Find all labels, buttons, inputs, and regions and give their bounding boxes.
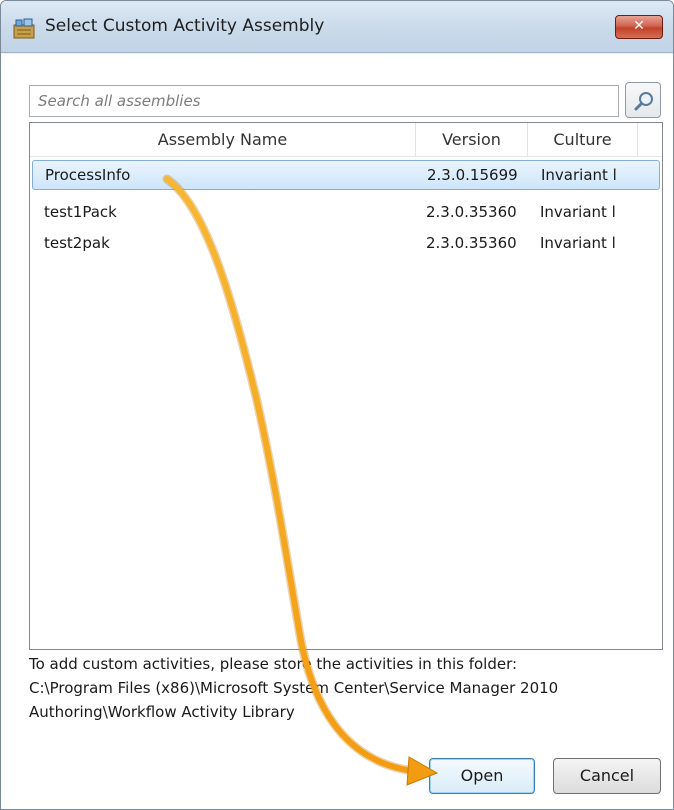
table-row-test2pak[interactable]: test2pak 2.3.0.35360 Invariant l — [32, 229, 660, 259]
list-header: Assembly Name Version Culture — [30, 123, 662, 157]
assembly-name-cell: ProcessInfo — [45, 166, 131, 184]
dialog-body: Assembly Name Version Culture ProcessInf… — [1, 54, 673, 809]
assembly-name-cell: test2pak — [44, 234, 110, 252]
column-header-assembly-name[interactable]: Assembly Name — [30, 123, 416, 157]
version-cell: 2.3.0.15699 — [427, 166, 518, 184]
search-input[interactable] — [30, 86, 618, 116]
info-line-2: C:\Program Files (x86)\Microsoft System … — [29, 679, 559, 697]
assembly-app-icon — [13, 18, 35, 39]
close-icon: ✕ — [633, 18, 645, 34]
column-header-version[interactable]: Version — [416, 123, 528, 157]
table-row-test1pack[interactable]: test1Pack 2.3.0.35360 Invariant l — [32, 198, 660, 228]
culture-cell: Invariant l — [541, 166, 617, 184]
table-row-processinfo[interactable]: ProcessInfo 2.3.0.15699 Invariant l — [32, 160, 660, 190]
dialog-window: Select Custom Activity Assembly ✕ Assemb… — [0, 0, 674, 810]
window-title: Select Custom Activity Assembly — [45, 16, 325, 36]
search-box — [29, 85, 619, 117]
folder-info-text: To add custom activities, please store t… — [29, 652, 659, 724]
search-button[interactable] — [625, 82, 661, 118]
culture-cell: Invariant l — [540, 203, 616, 221]
assembly-name-cell: test1Pack — [44, 203, 117, 221]
magnifier-icon — [634, 92, 653, 111]
info-line-3: Authoring\Workflow Activity Library — [29, 703, 295, 721]
title-bar[interactable]: Select Custom Activity Assembly ✕ — [1, 1, 673, 53]
close-button[interactable]: ✕ — [615, 15, 663, 39]
assembly-list[interactable]: Assembly Name Version Culture ProcessInf… — [29, 122, 663, 650]
column-header-culture[interactable]: Culture — [528, 123, 638, 157]
version-cell: 2.3.0.35360 — [426, 234, 517, 252]
info-line-1: To add custom activities, please store t… — [29, 655, 518, 673]
culture-cell: Invariant l — [540, 234, 616, 252]
cancel-button[interactable]: Cancel — [553, 758, 661, 794]
open-button[interactable]: Open — [429, 758, 535, 794]
version-cell: 2.3.0.35360 — [426, 203, 517, 221]
